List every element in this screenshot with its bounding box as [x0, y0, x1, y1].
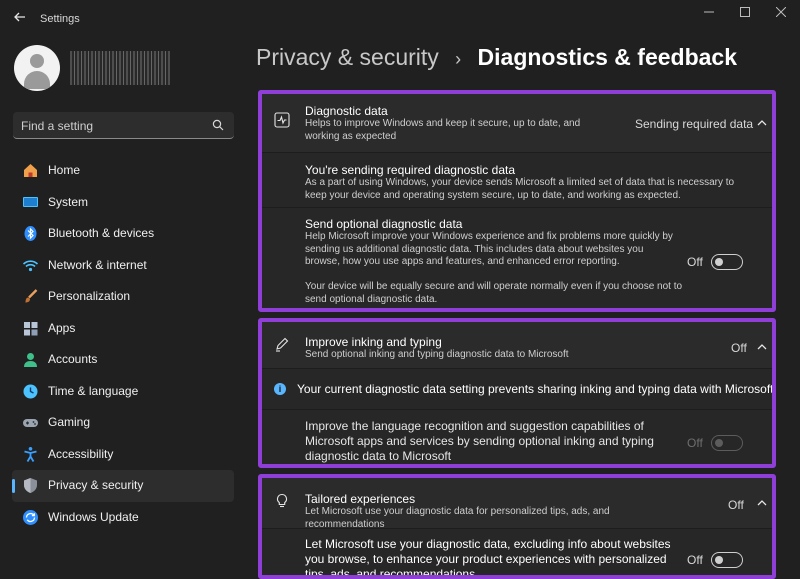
status-text: Sending required data	[635, 117, 754, 131]
globe-clock-icon	[23, 384, 38, 398]
toggle-state-label: Off	[687, 553, 703, 567]
sidebar-item-bluetooth-devices[interactable]: Bluetooth & devices	[12, 218, 234, 250]
inking-info-bar: i Your current diagnostic data setting p…	[262, 368, 772, 409]
optional-data-row: Send optional diagnostic data Help Micro…	[262, 207, 772, 308]
inking-detail-text: Improve the language recognition and sug…	[305, 419, 654, 463]
minimize-icon	[704, 11, 714, 13]
sidebar-item-gaming[interactable]: Gaming	[12, 407, 234, 439]
tailored-detail-text: Let Microsoft use your diagnostic data, …	[305, 537, 671, 579]
breadcrumb-separator: ›	[455, 49, 462, 69]
avatar	[14, 45, 60, 91]
breadcrumb-parent[interactable]: Privacy & security	[256, 44, 439, 70]
status-text: Off	[731, 341, 747, 355]
required-data-row: You're sending required diagnostic data …	[262, 152, 772, 207]
info-icon: i	[274, 383, 286, 395]
app-title: Settings	[40, 13, 80, 25]
diagnostic-data-card: Diagnostic data Helps to improve Windows…	[258, 90, 776, 312]
card-title: Diagnostic data	[305, 104, 388, 118]
search-input[interactable]	[21, 118, 201, 133]
redacted-user-name	[70, 51, 170, 85]
sub-title: You're sending required diagnostic data	[305, 163, 515, 177]
breadcrumb: Privacy & security › Diagnostics & feedb…	[256, 44, 737, 71]
arrow-left-icon	[14, 12, 25, 22]
chevron-up-icon[interactable]	[756, 498, 768, 508]
search-icon[interactable]	[212, 119, 224, 131]
toggle-state-label: Off	[687, 436, 703, 450]
sidebar-item-label: Privacy & security	[48, 478, 144, 492]
sidebar-item-accounts[interactable]: Accounts	[12, 344, 234, 376]
home-icon	[24, 164, 37, 177]
chevron-up-icon[interactable]	[756, 118, 768, 128]
sidebar-item-network[interactable]: Network & internet	[12, 250, 234, 282]
sidebar-item-label: Network & internet	[48, 257, 147, 272]
minimize-button[interactable]	[693, 6, 725, 22]
sidebar-item-personalization[interactable]: Personalization	[12, 281, 234, 313]
accessibility-icon	[24, 446, 37, 462]
page-title: Diagnostics & feedback	[477, 44, 738, 70]
optional-diagnostic-toggle[interactable]	[711, 254, 743, 270]
card-description: Helps to improve Windows and keep it sec…	[305, 118, 581, 142]
diagnostic-data-header[interactable]: Diagnostic data Helps to improve Windows…	[262, 94, 772, 152]
inking-typing-toggle[interactable]	[711, 435, 743, 451]
sidebar-nav: Home System Bluetooth & devices Network …	[12, 155, 234, 533]
status-text: Off	[728, 498, 744, 512]
sidebar-item-label: Personalization	[48, 289, 131, 303]
sidebar-item-time-language[interactable]: Time & language	[12, 376, 234, 408]
sidebar-item-label: Apps	[48, 320, 76, 335]
activity-chart-icon	[274, 112, 290, 128]
close-icon	[775, 6, 787, 18]
tailored-experiences-toggle[interactable]	[711, 552, 743, 568]
sidebar-item-label: Gaming	[48, 415, 91, 429]
sidebar-item-apps[interactable]: Apps	[12, 313, 234, 345]
lightbulb-icon	[276, 493, 288, 508]
inking-detail-row: Improve the language recognition and sug…	[262, 409, 772, 464]
apps-icon	[24, 321, 38, 335]
pen-icon	[276, 337, 289, 352]
tailored-experiences-header[interactable]: Tailored experiences Let Microsoft use y…	[262, 478, 772, 530]
tailored-detail-row: Let Microsoft use your diagnostic data, …	[262, 528, 772, 579]
bluetooth-icon	[24, 226, 37, 241]
person-icon	[24, 353, 37, 367]
sub-description: As a part of using Windows, your device …	[305, 177, 735, 201]
card-description: Send optional inking and typing diagnost…	[305, 349, 569, 360]
brush-icon	[25, 289, 38, 303]
sidebar-item-label: Time & language	[48, 383, 139, 398]
sidebar-item-system[interactable]: System	[12, 187, 234, 219]
shield-icon	[24, 478, 37, 493]
sidebar-item-label: Windows Update	[48, 509, 139, 524]
update-icon	[23, 509, 38, 525]
optional-data-note: Your device will be equally secure and w…	[305, 281, 683, 305]
maximize-icon	[740, 7, 750, 17]
info-message: Your current diagnostic data setting pre…	[297, 382, 776, 396]
sidebar-item-label: Bluetooth & devices	[48, 226, 155, 240]
close-button[interactable]	[765, 6, 797, 22]
toggle-state-label: Off	[687, 255, 703, 269]
tailored-experiences-card: Tailored experiences Let Microsoft use y…	[258, 474, 776, 579]
card-title: Improve inking and typing	[305, 335, 442, 349]
inking-typing-card: Improve inking and typing Send optional …	[258, 318, 776, 468]
sidebar-item-windows-update[interactable]: Windows Update	[12, 502, 234, 534]
search-box[interactable]	[13, 112, 234, 139]
sub-title: Send optional diagnostic data	[305, 217, 463, 231]
sidebar-item-accessibility[interactable]: Accessibility	[12, 439, 234, 471]
sidebar-item-label: Accessibility	[48, 446, 114, 461]
monitor-icon	[23, 196, 38, 207]
sub-description: Help Microsoft improve your Windows expe…	[305, 231, 673, 267]
inking-typing-header[interactable]: Improve inking and typing Send optional …	[262, 322, 772, 368]
sidebar-item-label: Home	[48, 163, 81, 177]
card-title: Tailored experiences	[305, 492, 416, 506]
chevron-up-icon[interactable]	[756, 342, 768, 352]
gamepad-icon	[23, 419, 38, 427]
sidebar-item-privacy-security[interactable]: Privacy & security	[12, 470, 234, 502]
sidebar-item-label: System	[48, 194, 89, 209]
sidebar-item-home[interactable]: Home	[12, 155, 234, 187]
maximize-button[interactable]	[729, 6, 761, 22]
wifi-icon	[22, 259, 39, 271]
sidebar-item-label: Accounts	[48, 352, 98, 366]
title-bar: Settings	[0, 0, 800, 36]
back-button[interactable]	[10, 10, 30, 28]
